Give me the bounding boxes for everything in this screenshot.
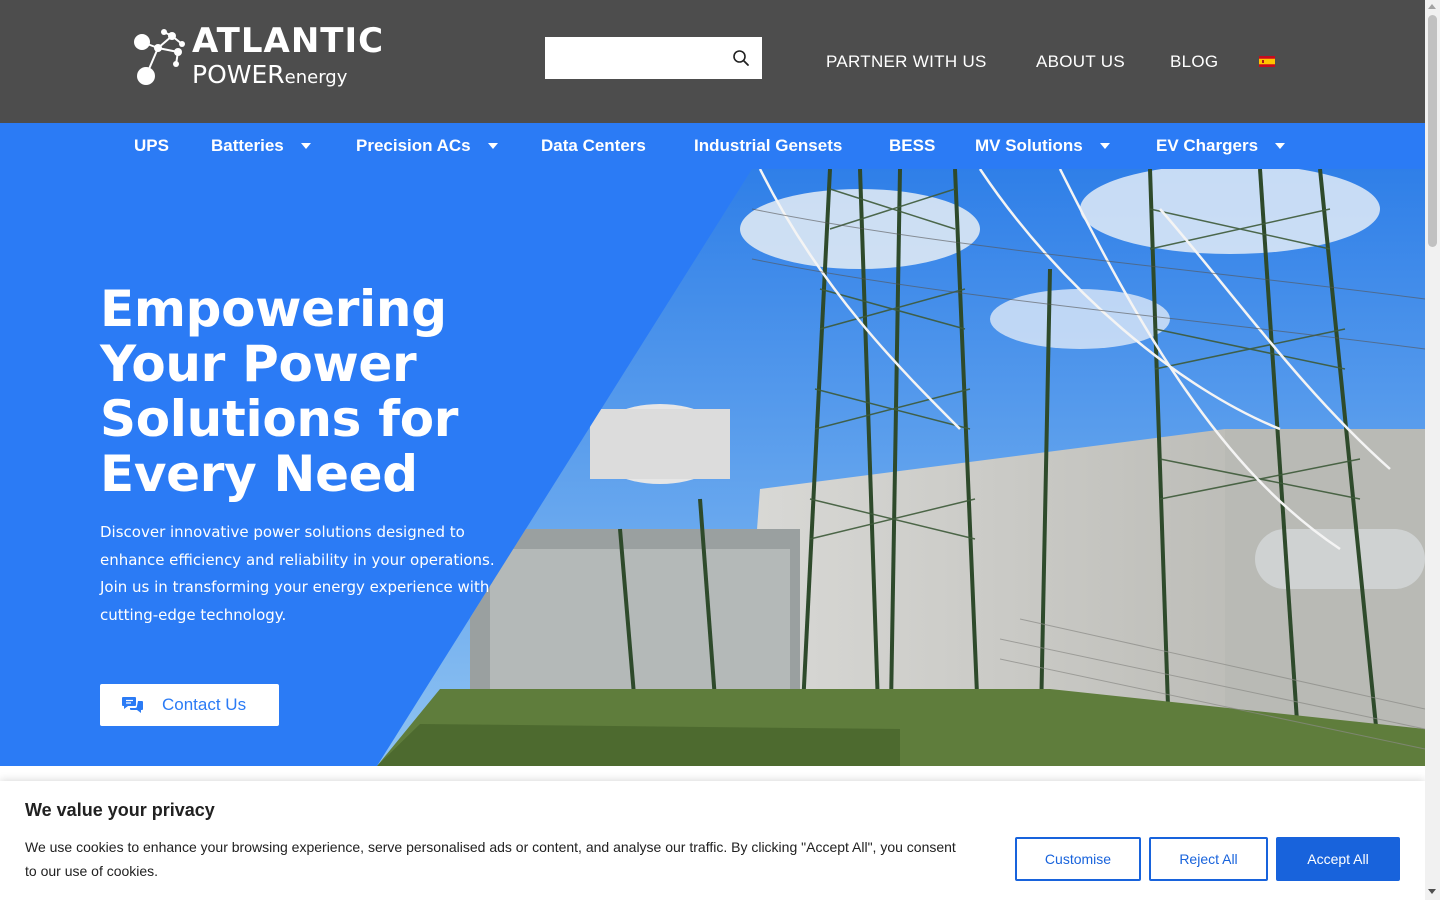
- search-icon[interactable]: [730, 47, 752, 69]
- contact-us-button[interactable]: Contact Us: [100, 684, 279, 726]
- site-logo[interactable]: ATLANTIC POWERenergy: [132, 22, 392, 97]
- nav-item-label: Batteries: [211, 136, 284, 155]
- scrollbar-thumb[interactable]: [1428, 15, 1437, 247]
- reject-all-button[interactable]: Reject All: [1149, 837, 1268, 881]
- vertical-scrollbar[interactable]: [1425, 0, 1440, 900]
- nav-item-label: Precision ACs: [356, 136, 471, 155]
- hero-text-line: enhance efficiency and reliability in yo…: [100, 550, 495, 569]
- nav-item-label: Data Centers: [541, 136, 646, 155]
- chevron-down-icon: [1099, 143, 1110, 149]
- nav-item-label: Industrial Gensets: [694, 136, 843, 155]
- spain-flag-icon[interactable]: [1259, 56, 1275, 67]
- chevron-down-icon: [1275, 143, 1286, 149]
- nav-item-label: UPS: [134, 136, 169, 155]
- nav-item-bess[interactable]: BESS: [889, 123, 935, 169]
- chevron-down-icon: [300, 143, 311, 149]
- hero-text-line: Join us in transforming your energy expe…: [100, 578, 490, 596]
- cookie-title: We value your privacy: [25, 800, 215, 820]
- hero-text-line: Discover innovative power solutions desi…: [100, 523, 465, 541]
- nav-about-us[interactable]: ABOUT US: [1036, 50, 1125, 74]
- chat-icon: [122, 697, 143, 713]
- nav-item-batteries[interactable]: Batteries: [211, 123, 311, 169]
- hero-title: Empowering Your Power Solutions for Ever…: [100, 282, 520, 502]
- cookie-consent-banner: We value your privacy We use cookies to …: [0, 781, 1425, 900]
- chevron-down-icon: [487, 143, 498, 149]
- nav-item-mv-solutions[interactable]: MV Solutions: [975, 123, 1110, 169]
- main-nav: UPS Batteries Precision ACs Data Centers…: [0, 123, 1425, 169]
- search-input[interactable]: [545, 37, 720, 79]
- nav-blog[interactable]: BLOG: [1170, 50, 1218, 74]
- nav-item-precision-acs[interactable]: Precision ACs: [356, 123, 498, 169]
- contact-us-label: Contact Us: [162, 695, 247, 714]
- logo-text-atlantic: ATLANTIC: [192, 21, 385, 61]
- cookie-text-line: to our use of cookies.: [25, 863, 159, 879]
- logo-text-energy: energy: [284, 67, 348, 88]
- cookie-description: We use cookies to enhance your browsing …: [25, 835, 1000, 883]
- customise-button[interactable]: Customise: [1015, 837, 1141, 881]
- hero-title-line: Every Need: [100, 445, 418, 503]
- search-box: [545, 37, 762, 79]
- hero-title-line: Your Power: [100, 335, 417, 393]
- nav-item-label: EV Chargers: [1156, 136, 1259, 155]
- accept-all-button[interactable]: Accept All: [1276, 837, 1400, 881]
- nav-item-ev-chargers[interactable]: EV Chargers: [1156, 123, 1286, 169]
- nav-partner-with-us[interactable]: PARTNER WITH US: [826, 50, 987, 74]
- nav-item-industrial-gensets[interactable]: Industrial Gensets: [694, 123, 842, 169]
- nav-item-label: MV Solutions: [975, 136, 1083, 155]
- scroll-down-arrow-icon[interactable]: [1428, 889, 1436, 894]
- nav-item-data-centers[interactable]: Data Centers: [541, 123, 646, 169]
- hero-title-line: Solutions for: [100, 390, 459, 448]
- top-header: ATLANTIC POWERenergy PARTNER WITH US ABO…: [0, 0, 1425, 123]
- nav-item-label: BESS: [889, 136, 936, 155]
- logo-molecule-icon: [134, 29, 185, 85]
- logo-text-power-main: POWER: [192, 60, 285, 89]
- hero-title-line: Empowering: [100, 280, 447, 338]
- cookie-text-line: We use cookies to enhance your browsing …: [25, 839, 956, 855]
- hero-text-line: cutting-edge technology.: [100, 605, 287, 624]
- scroll-up-arrow-icon[interactable]: [1428, 4, 1436, 9]
- nav-item-ups[interactable]: UPS: [134, 123, 169, 169]
- logo-text-power: POWERenergy: [192, 60, 347, 93]
- hero-section: Empowering Your Power Solutions for Ever…: [0, 169, 1425, 766]
- hero-description: Discover innovative power solutions desi…: [100, 519, 500, 629]
